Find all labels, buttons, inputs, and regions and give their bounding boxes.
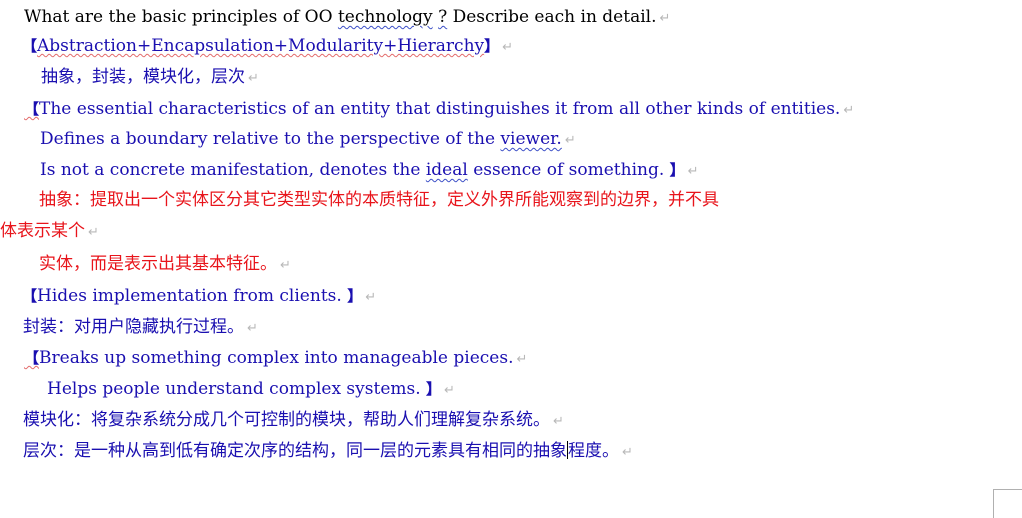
abstraction-def-2-underlined: viewer. (500, 129, 562, 149)
paragraph-mark: ↵ (248, 71, 259, 86)
encapsulation-cn-line: 封装：对用户隐藏执行过程。 ↵ (23, 316, 258, 340)
paragraph-mark: ↵ (365, 290, 377, 305)
encapsulation-line: 【Hides implementation from clients. 】 ↵ (22, 285, 376, 309)
open-bracket: 【 (24, 100, 40, 118)
hierarchy-cn-line: 层次：是一种从高到低有确定次序的结构，同一层的元素具有相同的抽象程度。 ↵ (23, 440, 633, 464)
close-bracket: 】 (426, 380, 442, 398)
abstraction-line-1: 【The essential characteristics of an ent… (24, 98, 854, 122)
paragraph-mark: ↵ (502, 40, 514, 55)
hierarchy-cn-end: 程度。 (568, 441, 619, 461)
modularity-line-1: 【Breaks up something complex into manage… (24, 347, 527, 371)
principles-heading: Abstraction+Encapsulation+Modularity+Hie… (37, 36, 485, 56)
principles-heading-cn: 抽象，封装，模块化，层次 (41, 67, 245, 87)
encapsulation-def: Hides implementation from clients. (37, 286, 348, 306)
question-text: What are the basic principles of OO (24, 7, 338, 27)
paragraph-mark: ↵ (622, 445, 633, 460)
paragraph-mark: ↵ (564, 133, 576, 148)
abstraction-def-1: The essential characteristics of an enti… (39, 99, 841, 119)
question-line: What are the basic principles of OO tech… (24, 6, 670, 30)
page-corner-marker (993, 489, 1022, 518)
modularity-def-2: Helps people understand complex systems. (47, 379, 427, 399)
close-bracket: 】 (484, 37, 500, 55)
encapsulation-cn: 封装：对用户隐藏执行过程。 (23, 317, 244, 337)
paragraph-mark: ↵ (516, 352, 528, 367)
abstraction-cn-2: 体表示某个 (0, 221, 85, 241)
open-bracket: 【 (22, 287, 38, 305)
paragraph-mark: ↵ (659, 11, 671, 26)
abstraction-line-2: Defines a boundary relative to the persp… (40, 128, 576, 152)
abstraction-line-3: Is not a concrete manifestation, denotes… (40, 159, 699, 183)
abstraction-cn-line-1: 抽象：提取出一个实体区分其它类型实体的本质特征，定义外界所能观察到的边界，并不具 (39, 189, 719, 211)
paragraph-mark: ↵ (687, 164, 699, 179)
question-mark-underlined: ? (438, 7, 448, 27)
close-bracket: 】 (669, 161, 685, 179)
modularity-cn-line: 模块化：将复杂系统分成几个可控制的模块，帮助人们理解复杂系统。 ↵ (23, 409, 564, 433)
abstraction-def-3-end: essence of something. (467, 160, 670, 180)
paragraph-mark: ↵ (88, 225, 99, 240)
paragraph-mark: ↵ (280, 258, 291, 273)
paragraph-mark: ↵ (247, 321, 258, 336)
abstraction-cn-1: 抽象：提取出一个实体区分其它类型实体的本质特征，定义外界所能观察到的边界，并不具 (39, 190, 719, 210)
question-underlined-word: technology (337, 7, 433, 27)
question-text-end: Describe each in detail. (447, 7, 657, 27)
modularity-def-1: Breaks up something complex into managea… (39, 348, 514, 368)
abstraction-def-2: Defines a boundary relative to the persp… (40, 129, 501, 149)
paragraph-mark: ↵ (843, 103, 855, 118)
paragraph-mark: ↵ (444, 383, 455, 398)
abstraction-def-3: Is not a concrete manifestation, denotes… (40, 160, 426, 180)
abstraction-cn-line-3: 实体，而是表示出其基本特征。 ↵ (39, 253, 291, 277)
open-bracket: 【 (22, 37, 38, 55)
abstraction-cn-line-2: 体表示某个 ↵ (0, 220, 99, 244)
modularity-cn: 模块化：将复杂系统分成几个可控制的模块，帮助人们理解复杂系统。 (23, 410, 550, 430)
open-bracket: 【 (24, 349, 40, 367)
hierarchy-cn: 层次：是一种从高到低有确定次序的结构，同一层的元素具有相同的抽象 (23, 441, 567, 461)
heading-cn-line: 抽象，封装，模块化，层次 ↵ (41, 66, 259, 90)
heading-line: 【Abstraction+Encapsulation+Modularity+Hi… (22, 35, 513, 59)
abstraction-def-3-underlined: ideal (425, 160, 468, 180)
abstraction-cn-3: 实体，而是表示出其基本特征。 (39, 254, 277, 274)
close-bracket: 】 (347, 287, 363, 305)
paragraph-mark: ↵ (553, 414, 564, 429)
modularity-line-2: Helps people understand complex systems.… (47, 378, 455, 402)
